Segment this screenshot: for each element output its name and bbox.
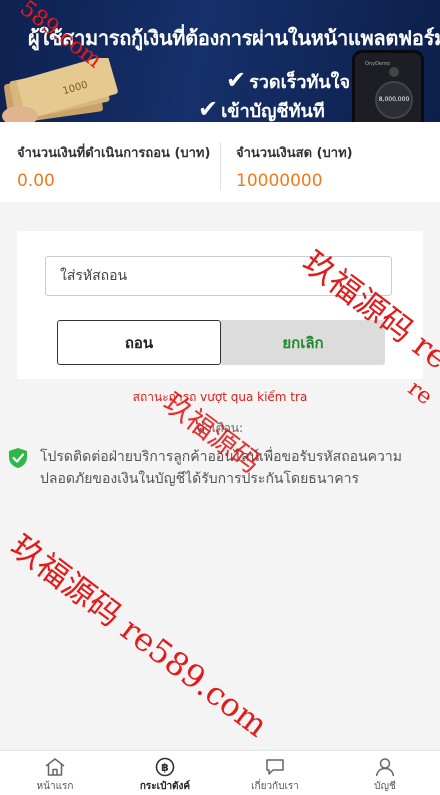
phone-dot [389,67,399,77]
processing-amount: จำนวนเงินที่ดำเนินการถอน (บาท) 0.00 [17,142,220,191]
wallet-icon: ฿ [155,757,175,777]
tab-account[interactable]: บัญชี [330,751,440,795]
withdraw-button[interactable]: ถอน [57,320,221,365]
divider [220,142,221,190]
tab-label: เกี่ยวกับเรา [251,781,299,792]
banner-check-fast: ✔ รวดเร็วทันใจ [226,66,351,94]
tab-label: หน้าแรก [36,781,74,792]
cash-amount: จำนวนเงินสด (บาท) 10000000 [236,142,436,191]
tab-home[interactable]: หน้าแรก [0,751,110,795]
phone-title: OnyDemo [365,61,390,67]
chat-icon [266,759,284,775]
bottom-tab-bar: หน้าแรก ฿ กระเป๋าตังค์ เกี่ยวกับเรา บัญช… [0,750,440,795]
checkmark-icon: ✔ [226,66,247,94]
processing-label: จำนวนเงินที่ดำเนินการถอน (บาท) [17,146,211,161]
user-icon [375,758,395,777]
cash-value: 10000000 [236,171,323,191]
banner-check-instant: ✔ เข้าบัญชีทันที [198,95,325,122]
home-icon [45,758,65,776]
money-stack-icon: 1000 [2,58,118,122]
tab-label: บัญชี [374,781,396,792]
svg-text:฿: ฿ [161,761,169,774]
tab-wallet[interactable]: ฿ กระเป๋าตังค์ [110,751,220,795]
status-text: สถานะการถ vượt qua kiểm tra [132,390,308,404]
withdraw-code-input[interactable] [45,256,392,296]
withdraw-form: ถอน ยกเลิก [17,231,423,379]
tab-label: กระเป๋าตังค์ [139,781,191,792]
checkmark-icon: ✔ [198,95,219,122]
watermark: 玖福源码 re589.com [3,526,275,745]
note-label: คำเตือน: [196,421,244,435]
processing-value: 0.00 [17,171,55,191]
cancel-button[interactable]: ยกเลิก [221,320,385,365]
phone-amount: 8,000,000 [375,81,413,119]
cash-label: จำนวนเงินสด (บาท) [236,146,353,161]
note-text: โปรดติดต่อฝ่ายบริการลูกค้าออนไลน์เพื่อขอ… [40,449,402,487]
tab-about[interactable]: เกี่ยวกับเรา [220,751,330,795]
balance-summary: จำนวนเงินที่ดำเนินการถอน (บาท) 0.00 จำนว… [0,122,440,202]
phone-mockup: OnyDemo 8,000,000 [352,50,424,122]
shield-check-icon [9,448,27,468]
promo-banner: ผู้ใช้สามารถกู้เงินที่ต้องการผ่านในหน้าแ… [0,0,440,122]
